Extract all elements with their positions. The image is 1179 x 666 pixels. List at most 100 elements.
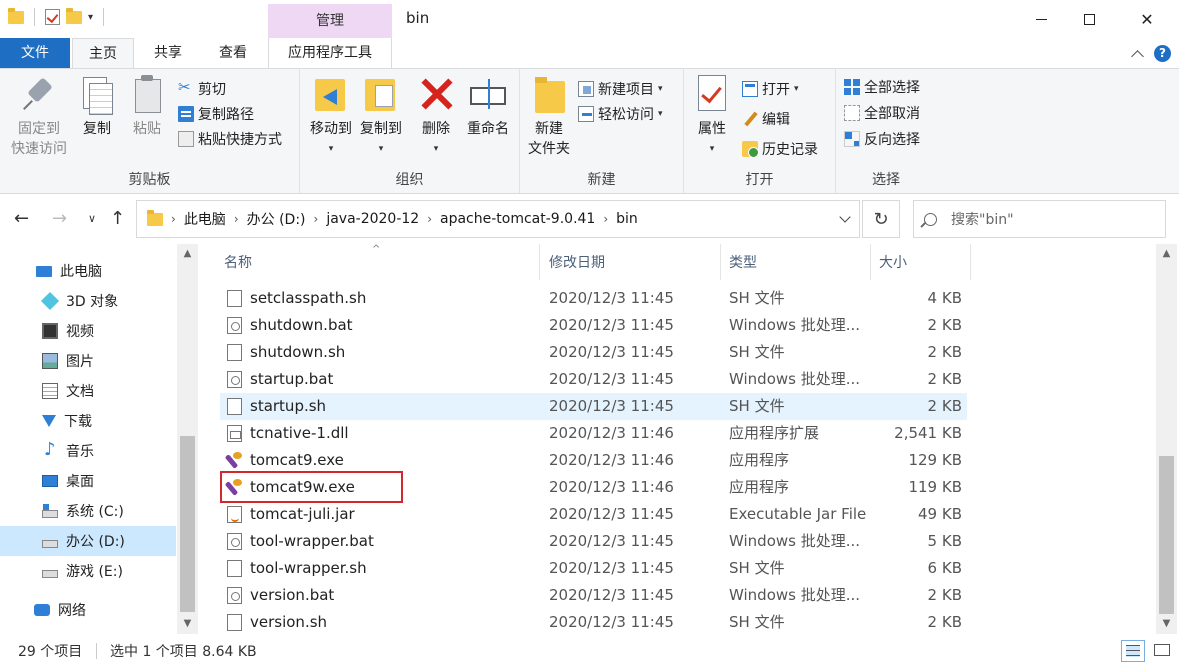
table-row[interactable]: tool-wrapper.bat 2020/12/3 11:45 Windows 批… (220, 528, 967, 555)
history-button[interactable]: 历史记录 (742, 137, 818, 161)
address-bar[interactable]: › 此电脑 › 办公 (D:) › java-2020-12 › apache-… (136, 200, 860, 238)
forward-button[interactable]: → (52, 208, 67, 229)
nav-pane-scrollbar[interactable]: ▲ ▼ (177, 244, 198, 634)
chevron-down-icon[interactable]: ▾ (88, 12, 93, 23)
scroll-up-icon[interactable]: ▲ (177, 244, 198, 264)
paste-shortcut-button[interactable]: 粘贴快捷方式 (178, 127, 282, 151)
nav-item-office-d[interactable]: 办公 (D:) (0, 526, 176, 556)
chevron-right-icon[interactable]: › (427, 212, 432, 226)
table-row[interactable]: version.bat 2020/12/3 11:45 Windows 批处理...… (220, 582, 967, 609)
refresh-button[interactable]: ↻ (862, 200, 900, 238)
column-header-date[interactable]: 修改日期 (545, 244, 721, 280)
sh-file-icon (227, 614, 242, 631)
new-folder-icon[interactable] (66, 7, 82, 24)
move-to-button[interactable]: 移动到 ▾ (306, 75, 356, 159)
tab-view[interactable]: 查看 (202, 38, 264, 68)
breadcrumb-tomcat[interactable]: apache-tomcat-9.0.41 (440, 211, 595, 227)
table-row[interactable]: setclasspath.sh 2020/12/3 11:45 SH 文件 4 KB (220, 285, 967, 312)
delete-button[interactable]: 删除 ▾ (416, 75, 456, 159)
table-row[interactable]: shutdown.bat 2020/12/3 11:45 Windows 批处理..… (220, 312, 967, 339)
help-icon[interactable]: ? (1154, 45, 1171, 62)
chevron-up-icon[interactable] (1131, 49, 1144, 63)
column-header-type[interactable]: 类型 (725, 244, 871, 280)
tab-share[interactable]: 共享 (138, 38, 198, 68)
nav-item-documents[interactable]: 文档 (0, 376, 176, 406)
scroll-down-icon[interactable]: ▼ (177, 614, 198, 634)
table-row[interactable]: shutdown.sh 2020/12/3 11:45 SH 文件 2 KB (220, 339, 967, 366)
table-row[interactable]: tomcat-juli.jar 2020/12/3 11:45 Executable… (220, 501, 967, 528)
nav-item-label: 桌面 (66, 474, 94, 490)
new-folder-button[interactable]: 新建 文件夹 (526, 75, 572, 159)
nav-item-this-pc[interactable]: 此电脑 (0, 256, 176, 286)
select-all-button[interactable]: 全部选择 (844, 75, 920, 99)
scrollbar-thumb[interactable] (1159, 456, 1174, 614)
nav-item-downloads[interactable]: 下载 (0, 406, 176, 436)
bat-file-icon (227, 533, 242, 550)
table-row[interactable]: tool-wrapper.sh 2020/12/3 11:45 SH 文件 6 KB (220, 555, 967, 582)
chevron-right-icon[interactable]: › (603, 212, 608, 226)
nav-item-games-e[interactable]: 游戏 (E:) (0, 556, 176, 586)
tab-home[interactable]: 主页 (72, 38, 134, 69)
breadcrumb-java[interactable]: java-2020-12 (326, 211, 419, 227)
select-none-button[interactable]: 全部取消 (844, 101, 920, 125)
table-row[interactable]: tomcat9w.exe 2020/12/3 11:46 应用程序 119 KB (220, 471, 967, 503)
search-input[interactable]: 搜索"bin" (913, 200, 1166, 238)
breadcrumb-this-pc[interactable]: 此电脑 (184, 209, 226, 229)
recent-locations-button[interactable]: ∨ (88, 212, 96, 225)
move-to-icon (313, 75, 349, 115)
tab-manage[interactable]: 管理 (268, 4, 392, 38)
chevron-right-icon[interactable]: › (314, 212, 319, 226)
paste-button[interactable]: 粘贴 (126, 75, 168, 139)
nav-item-pictures[interactable]: 图片 (0, 346, 176, 376)
edit-button[interactable]: 编辑 (742, 107, 790, 131)
properties-button[interactable]: 属性 ▾ (692, 75, 732, 159)
large-icons-view-button[interactable] (1150, 640, 1174, 662)
breadcrumb-bin[interactable]: bin (616, 211, 638, 227)
table-row[interactable]: tcnative-1.dll 2020/12/3 11:46 应用程序扩展 2,541… (220, 420, 967, 447)
chevron-right-icon[interactable]: › (171, 212, 176, 226)
chevron-right-icon[interactable]: › (234, 212, 239, 226)
file-list-scrollbar[interactable]: ▲ ▼ (1156, 244, 1177, 634)
back-button[interactable]: ← (14, 208, 29, 229)
invert-selection-button[interactable]: 反向选择 (844, 127, 920, 151)
cut-button[interactable]: 剪切 (178, 77, 226, 101)
easy-access-button[interactable]: 轻松访问 ▾ (578, 102, 663, 126)
rename-button[interactable]: 重命名 (462, 75, 514, 139)
file-type: 应用程序扩展 (729, 424, 820, 442)
nav-item-system-c[interactable]: 系统 (C:) (0, 496, 176, 526)
details-view-button[interactable] (1121, 640, 1145, 662)
maximize-button[interactable] (1066, 0, 1112, 38)
chevron-down-icon[interactable] (839, 211, 851, 223)
column-header-size[interactable]: 大小 (875, 244, 971, 280)
nav-item-desktop[interactable]: 桌面 (0, 466, 176, 496)
new-folder-icon (531, 75, 567, 115)
up-button[interactable]: ↑ (110, 208, 125, 229)
tab-app-tools[interactable]: 应用程序工具 (268, 38, 392, 68)
nav-item-3d-objects[interactable]: 3D 对象 (0, 286, 176, 316)
history-label: 历史记录 (762, 142, 818, 158)
open-button[interactable]: 打开 ▾ (742, 77, 799, 101)
nav-item-videos[interactable]: 视频 (0, 316, 176, 346)
copy-to-button[interactable]: 复制到 ▾ (356, 75, 406, 159)
pin-to-quick-access-button[interactable]: 固定到 快速访问 (6, 75, 72, 159)
select-none-label: 全部取消 (864, 106, 920, 122)
copy-path-button[interactable]: 复制路径 (178, 102, 254, 126)
nav-item-network[interactable]: 网络 (0, 595, 176, 625)
tab-file[interactable]: 文件 (0, 38, 70, 68)
new-item-button[interactable]: 新建项目 ▾ (578, 77, 663, 101)
file-date: 2020/12/3 11:45 (549, 532, 674, 550)
scroll-down-icon[interactable]: ▼ (1156, 614, 1177, 634)
scrollbar-thumb[interactable] (180, 436, 195, 612)
minimize-button[interactable] (1018, 0, 1064, 38)
table-row[interactable]: version.sh 2020/12/3 11:45 SH 文件 2 KB (220, 609, 967, 634)
file-name: tomcat9w.exe (250, 478, 355, 496)
breadcrumb-drive-d[interactable]: 办公 (D:) (247, 209, 306, 229)
table-row[interactable]: startup.sh 2020/12/3 11:45 SH 文件 2 KB (220, 393, 967, 420)
table-row[interactable]: tomcat9.exe 2020/12/3 11:46 应用程序 129 KB (220, 447, 967, 474)
table-row[interactable]: startup.bat 2020/12/3 11:45 Windows 批处理...… (220, 366, 967, 393)
copy-button[interactable]: 复制 (76, 75, 118, 139)
nav-item-music[interactable]: 音乐 (0, 436, 176, 466)
scroll-up-icon[interactable]: ▲ (1156, 244, 1177, 264)
close-button[interactable]: ✕ (1124, 0, 1170, 38)
properties-icon[interactable] (45, 9, 60, 25)
